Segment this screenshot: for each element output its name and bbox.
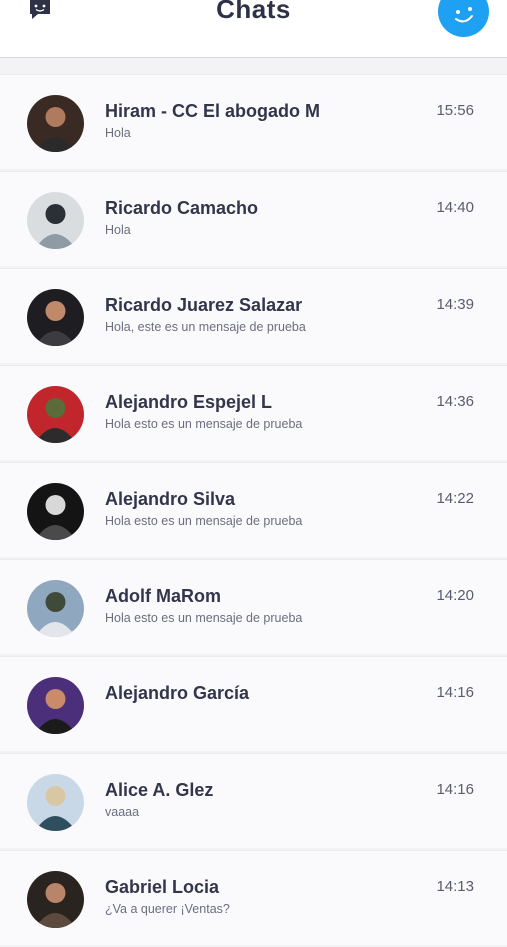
avatar [27, 774, 84, 831]
app-header: Chats [0, 0, 507, 58]
contact-name: Alejandro Silva [105, 489, 236, 509]
message-time: 15:56 [436, 102, 474, 119]
contact-name: Ricardo Juarez Salazar [105, 295, 303, 315]
contact-name: Alice A. Glez [105, 780, 214, 800]
chat-list-item[interactable]: Alice A. Glez vaaaa 14:16 [0, 753, 507, 848]
avatar [27, 95, 84, 152]
message-preview: Hola esto es un mensaje de prueba [105, 611, 303, 625]
avatar [27, 677, 84, 734]
contact-name: Adolf MaRom [105, 586, 221, 606]
new-chat-button[interactable] [438, 0, 489, 37]
page-title: Chats [216, 0, 291, 24]
chat-list-item[interactable]: Adolf MaRom Hola esto es un mensaje de pr… [0, 559, 507, 654]
message-preview: Hola [105, 223, 131, 237]
contact-name: Gabriel Locia [105, 877, 220, 897]
message-time: 14:20 [436, 587, 474, 604]
chat-list-item[interactable]: Alejandro Espejel L Hola esto es un mensa… [0, 365, 507, 460]
chat-list-item[interactable]: Alejandro Silva Hola esto es un mensaje d… [0, 462, 507, 557]
message-preview: Hola, este es un mensaje de prueba [105, 320, 306, 334]
avatar [27, 580, 84, 637]
message-time: 14:16 [436, 684, 474, 701]
message-preview: Hola esto es un mensaje de prueba [105, 514, 303, 528]
avatar [27, 289, 84, 346]
smiley-icon [455, 7, 473, 23]
contact-name: Alejandro García [105, 683, 250, 703]
message-time: 14:13 [436, 878, 474, 895]
message-time: 14:16 [436, 781, 474, 798]
contact-name: Alejandro Espejel L [105, 392, 273, 412]
contact-name: Ricardo Camacho [105, 198, 259, 218]
message-time: 14:39 [436, 296, 474, 313]
message-preview: Hola esto es un mensaje de prueba [105, 417, 303, 431]
chat-list-item[interactable]: Ricardo Camacho Hola 14:40 [0, 171, 507, 266]
message-time: 14:36 [436, 393, 474, 410]
contact-name: Hiram - CC El abogado M [105, 101, 321, 121]
chat-list-item[interactable]: Alejandro García 14:16 [0, 656, 507, 751]
message-preview: vaaaa [105, 805, 140, 819]
message-preview: ¿Va a querer ¡Ventas? [105, 902, 230, 916]
avatar [27, 386, 84, 443]
message-time: 14:22 [436, 490, 474, 507]
avatar [27, 192, 84, 249]
chat-list-item[interactable]: Ricardo Juarez Salazar Hola, este es un m… [0, 268, 507, 363]
avatar [27, 483, 84, 540]
chat-list-item[interactable]: Gabriel Locia ¿Va a querer ¡Ventas? 14:13 [0, 850, 507, 945]
chat-list: Hiram - CC El abogado M Hola 15:56 Ricardo … [0, 74, 507, 947]
message-time: 14:40 [436, 199, 474, 216]
message-preview: Hola [105, 126, 131, 140]
chat-list-item[interactable]: Hiram - CC El abogado M Hola 15:56 [0, 74, 507, 169]
